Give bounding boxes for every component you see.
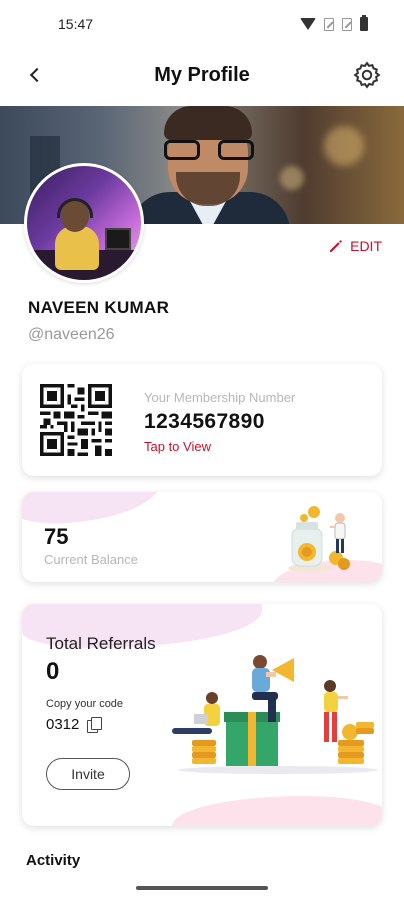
balance-card[interactable]: 75 Current Balance (22, 492, 382, 582)
balance-value: 75 (44, 524, 69, 549)
app-header: My Profile (0, 52, 404, 98)
balance-label: Current Balance (44, 552, 138, 567)
status-time: 15:47 (58, 16, 94, 32)
tap-to-view-link[interactable]: Tap to View (144, 439, 211, 454)
chevron-left-icon (29, 67, 45, 83)
copy-code-button[interactable]: 0312 (46, 716, 103, 733)
status-bar: 15:47 (0, 0, 404, 48)
gear-icon (353, 61, 381, 89)
membership-label: Your Membership Number (144, 390, 296, 405)
sim-icon (342, 17, 352, 31)
decorative-blob (22, 492, 164, 528)
copy-icon (87, 716, 103, 733)
referrals-title: Total Referrals (46, 634, 156, 653)
coin-jar-illustration (288, 506, 350, 572)
membership-number: 1234567890 (144, 410, 265, 433)
referral-code: 0312 (46, 716, 80, 733)
back-button[interactable] (22, 62, 48, 88)
referrals-count: 0 (46, 658, 60, 685)
page-title: My Profile (154, 63, 250, 86)
pencil-icon (330, 240, 342, 252)
battery-icon (360, 15, 368, 31)
edit-profile-button[interactable]: EDIT (328, 238, 382, 254)
sim-icon (324, 17, 334, 31)
home-indicator[interactable] (136, 886, 268, 890)
status-icons (300, 15, 368, 31)
wifi-icon (300, 18, 316, 30)
edit-label: EDIT (350, 238, 382, 254)
copy-code-label: Copy your code (46, 698, 124, 710)
membership-card[interactable]: Your Membership Number 1234567890 Tap to… (22, 364, 382, 476)
invite-button[interactable]: Invite (46, 758, 130, 790)
settings-button[interactable] (352, 60, 382, 90)
user-name: NAVEEN KUMAR (28, 298, 170, 317)
referrals-card: Total Referrals 0 Copy your code 0312 In… (22, 604, 382, 826)
user-handle: @naveen26 (28, 326, 115, 343)
qr-code-icon (40, 384, 112, 456)
activity-heading: Activity (26, 852, 81, 869)
decorative-blob (172, 796, 382, 826)
referral-illustration (172, 655, 378, 774)
avatar[interactable] (24, 163, 144, 283)
